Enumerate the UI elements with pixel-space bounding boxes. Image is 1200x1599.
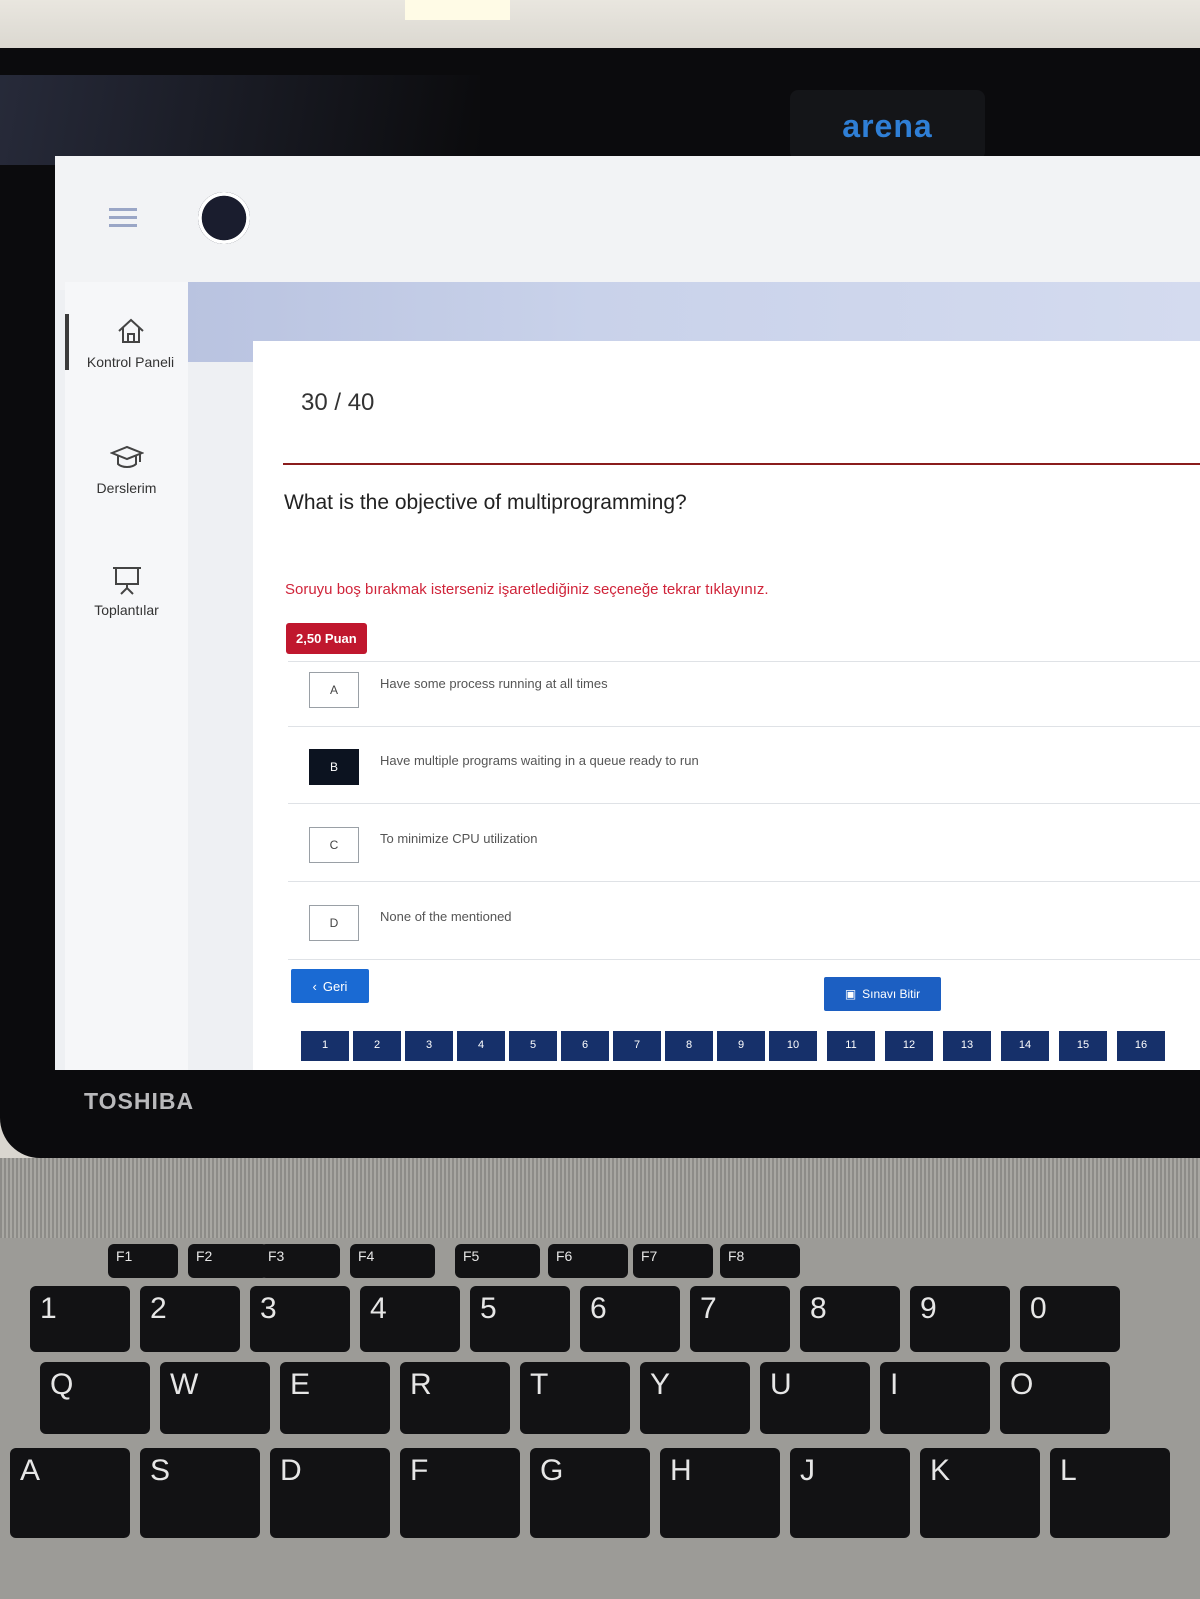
- points-badge: 2,50 Puan: [286, 623, 367, 654]
- keyboard-key: H: [660, 1448, 780, 1538]
- laptop-brand-label: TOSHIBA: [84, 1088, 195, 1114]
- keyboard-key: F5: [455, 1244, 540, 1278]
- option-letter-selected[interactable]: B: [309, 749, 359, 785]
- keyboard-key: Y: [640, 1362, 750, 1434]
- exam-card: 30 / 40 What is the objective of multipr…: [253, 341, 1200, 1070]
- keyboard-key: F6: [548, 1244, 628, 1278]
- home-icon: [117, 318, 144, 343]
- finish-button-label: Sınavı Bitir: [862, 987, 921, 1001]
- sidebar-item-toplantilar[interactable]: Toplantılar: [65, 562, 188, 618]
- option-text: Have some process running at all times: [380, 676, 608, 691]
- university-logo[interactable]: [198, 192, 250, 244]
- keyboard-key: E: [280, 1362, 390, 1434]
- back-button[interactable]: ‹ Geri: [291, 969, 369, 1003]
- keyboard-key: 4: [360, 1286, 460, 1352]
- keyboard-key: 7: [690, 1286, 790, 1352]
- option-text: To minimize CPU utilization: [380, 831, 538, 846]
- keyboard-key: W: [160, 1362, 270, 1434]
- keyboard-key: 8: [800, 1286, 900, 1352]
- graduation-cap-icon: [109, 445, 144, 468]
- keyboard-key: F3: [260, 1244, 340, 1278]
- keyboard-key: K: [920, 1448, 1040, 1538]
- chevron-left-icon: ‹: [312, 978, 317, 994]
- keyboard-key: 1: [30, 1286, 130, 1352]
- page-button[interactable]: 3: [405, 1031, 453, 1061]
- keyboard-key: 9: [910, 1286, 1010, 1352]
- presentation-board-icon: [112, 567, 141, 595]
- sidebar-item-label: Toplantılar: [94, 602, 159, 618]
- keyboard-key: F2: [188, 1244, 268, 1278]
- keyboard-key: F7: [633, 1244, 713, 1278]
- sidebar-item-label: Kontrol Paneli: [86, 354, 175, 370]
- keyboard-key: 3: [250, 1286, 350, 1352]
- page-button[interactable]: 10: [769, 1031, 817, 1061]
- option-b[interactable]: B Have multiple programs waiting in a qu…: [288, 739, 1200, 804]
- page-button[interactable]: 4: [457, 1031, 505, 1061]
- sidebar-item-derslerim[interactable]: Derslerim: [65, 440, 188, 496]
- keyboard-key: F: [400, 1448, 520, 1538]
- page-button[interactable]: 15: [1059, 1031, 1107, 1061]
- keyboard-key: 2: [140, 1286, 240, 1352]
- page-button[interactable]: 11: [827, 1031, 875, 1061]
- finish-icon: ▣: [844, 987, 857, 1001]
- page-button[interactable]: 7: [613, 1031, 661, 1061]
- keyboard-key: 6: [580, 1286, 680, 1352]
- keyboard-key: A: [10, 1448, 130, 1538]
- keyboard-key: 5: [470, 1286, 570, 1352]
- keyboard-key: 0: [1020, 1286, 1120, 1352]
- keyboard-key: G: [530, 1448, 650, 1538]
- option-letter[interactable]: D: [309, 905, 359, 941]
- browser-screen: Kontrol Paneli Derslerim Toplantılar 30 …: [55, 156, 1200, 1070]
- sidebar-item-kontrol-paneli[interactable]: Kontrol Paneli: [65, 314, 192, 370]
- keyboard-key: F1: [108, 1244, 178, 1278]
- option-text: None of the mentioned: [380, 909, 512, 924]
- page-button[interactable]: 2: [353, 1031, 401, 1061]
- back-button-label: Geri: [322, 978, 348, 994]
- speaker-grille: [0, 1158, 1200, 1238]
- finish-exam-button[interactable]: ▣ Sınavı Bitir: [824, 977, 941, 1011]
- page-button[interactable]: 12: [885, 1031, 933, 1061]
- top-bar: [55, 156, 1200, 290]
- bezel-reflection: [0, 75, 480, 165]
- page-button[interactable]: 13: [943, 1031, 991, 1061]
- keyboard-key: I: [880, 1362, 990, 1434]
- option-letter[interactable]: A: [309, 672, 359, 708]
- page-button[interactable]: 9: [717, 1031, 765, 1061]
- keyboard-key: R: [400, 1362, 510, 1434]
- sidebar-item-label: Derslerim: [96, 480, 157, 496]
- option-c[interactable]: C To minimize CPU utilization: [288, 817, 1200, 882]
- option-a[interactable]: A Have some process running at all times: [288, 661, 1200, 727]
- ceiling-light: [405, 0, 510, 20]
- page-button[interactable]: 5: [509, 1031, 557, 1061]
- option-letter[interactable]: C: [309, 827, 359, 863]
- keyboard-key: O: [1000, 1362, 1110, 1434]
- question-text: What is the objective of multiprogrammin…: [284, 491, 687, 514]
- option-text: Have multiple programs waiting in a queu…: [380, 753, 699, 768]
- keyboard-key: J: [790, 1448, 910, 1538]
- keyboard-key: Q: [40, 1362, 150, 1434]
- keyboard-key: F8: [720, 1244, 800, 1278]
- keyboard: F1 F2 F3 F4 F5 F6 F7 F8 1 2 3 4 5 6 7 8 …: [0, 1238, 1200, 1599]
- page-button[interactable]: 16: [1117, 1031, 1165, 1061]
- page-button[interactable]: 1: [301, 1031, 349, 1061]
- keyboard-key: T: [520, 1362, 630, 1434]
- webcam-brand-label: arena: [842, 108, 933, 144]
- option-d[interactable]: D None of the mentioned: [288, 895, 1200, 960]
- divider: [283, 463, 1200, 465]
- keyboard-key: U: [760, 1362, 870, 1434]
- page-button[interactable]: 14: [1001, 1031, 1049, 1061]
- sidebar: Kontrol Paneli Derslerim Toplantılar: [65, 282, 188, 1070]
- page-button[interactable]: 6: [561, 1031, 609, 1061]
- hamburger-menu-icon[interactable]: [109, 208, 137, 228]
- keyboard-key: L: [1050, 1448, 1170, 1538]
- keyboard-key: F4: [350, 1244, 435, 1278]
- clear-answer-hint: Soruyu boş bırakmak isterseniz işaretled…: [285, 581, 769, 598]
- webcam: arena: [790, 90, 985, 160]
- keyboard-key: S: [140, 1448, 260, 1538]
- keyboard-key: D: [270, 1448, 390, 1538]
- question-counter: 30 / 40: [301, 389, 375, 416]
- page-button[interactable]: 8: [665, 1031, 713, 1061]
